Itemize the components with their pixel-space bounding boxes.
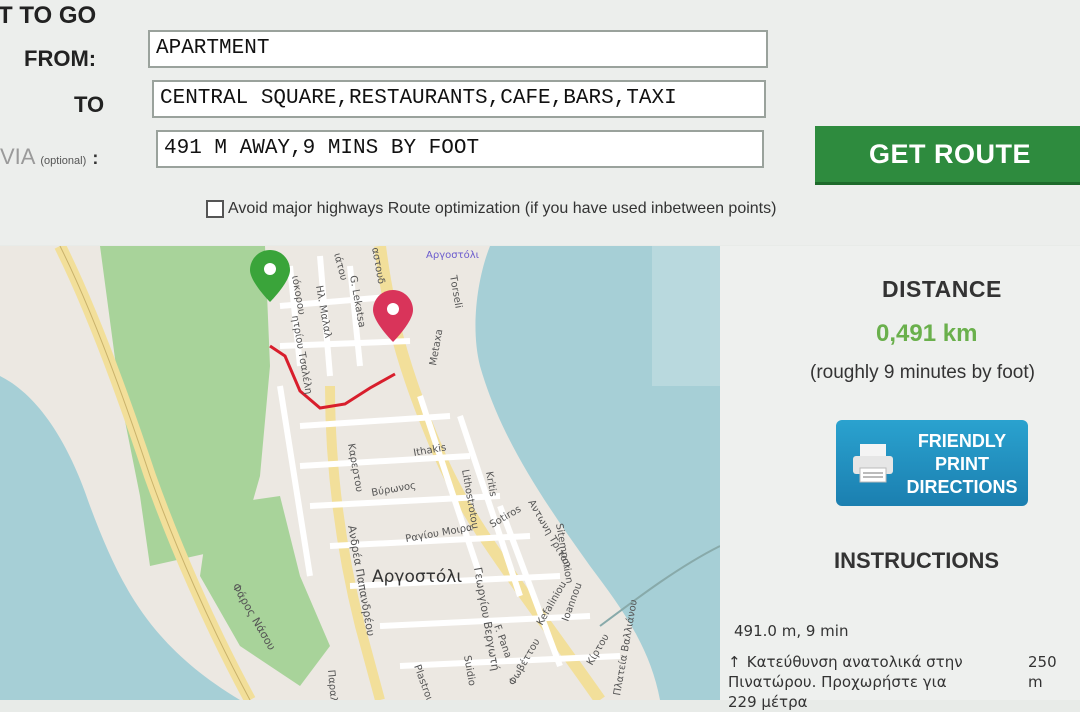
- via-colon: :: [92, 148, 99, 168]
- print-directions-button[interactable]: FRIENDLY PRINT DIRECTIONS: [836, 420, 1028, 506]
- from-label: FROM:: [24, 46, 97, 71]
- step-text-line3: 229 μέτρα: [728, 693, 808, 711]
- avoid-highways-label: Avoid major highways Route optimization …: [228, 200, 777, 217]
- route-form: T TO GO FROM: APARTMENT TO CENTRAL SQUAR…: [0, 0, 1080, 245]
- to-label: TO: [74, 92, 105, 117]
- print-label-line1: FRIENDLY: [917, 431, 1007, 451]
- street-label: Αργοστόλι: [426, 249, 480, 261]
- via-label-text: VIA: [0, 144, 35, 169]
- route-map[interactable]: ιόκορου ιάτου Ηλ. Μαλαλ G. Lekatsa αστου…: [0, 246, 720, 700]
- step-text-line1: Κατεύθυνση ανατολικά στην: [746, 653, 963, 671]
- route-summary-panel: DISTANCE 0,491 km (roughly 9 minutes by …: [720, 246, 1080, 711]
- arrow-up-icon: ↑: [728, 653, 741, 671]
- avoid-highways-option[interactable]: Avoid major highways Route optimization …: [206, 200, 776, 218]
- distance-title: DISTANCE: [882, 276, 1002, 302]
- instruction-step: ↑ Κατεύθυνση ανατολικά στην Πινατώρου. Π…: [728, 652, 1068, 712]
- instructions-title: INSTRUCTIONS: [834, 548, 999, 573]
- distance-note: (roughly 9 minutes by foot): [810, 362, 1035, 383]
- form-heading: T TO GO: [0, 2, 97, 29]
- via-label: VIA (optional) :: [0, 144, 98, 170]
- avoid-highways-checkbox[interactable]: [206, 200, 224, 218]
- print-label: FRIENDLY PRINT DIRECTIONS: [900, 430, 1024, 499]
- printer-icon: [853, 444, 893, 483]
- harbor-area: [652, 246, 720, 386]
- via-optional-text: (optional): [40, 155, 87, 167]
- map-canvas[interactable]: ιόκορου ιάτου Ηλ. Μαλαλ G. Lekatsa αστου…: [0, 246, 720, 700]
- print-label-line2: PRINT: [935, 454, 989, 474]
- city-label: Αργοστόλι: [372, 567, 462, 587]
- to-input[interactable]: CENTRAL SQUARE,RESTAURANTS,CAFE,BARS,TAX…: [152, 80, 766, 118]
- distance-value: 0,491 km: [876, 320, 978, 347]
- step-text-line2: Πινατώρου. Προχωρήστε για: [728, 673, 947, 691]
- print-label-line3: DIRECTIONS: [906, 477, 1018, 497]
- get-route-button[interactable]: GET ROUTE: [815, 126, 1080, 185]
- via-input[interactable]: 491 M AWAY,9 MINS BY FOOT: [156, 130, 764, 168]
- step-distance: 250 m: [1028, 653, 1057, 691]
- from-input[interactable]: APARTMENT: [148, 30, 768, 68]
- instructions-summary: 491.0 m, 9 min: [734, 622, 849, 640]
